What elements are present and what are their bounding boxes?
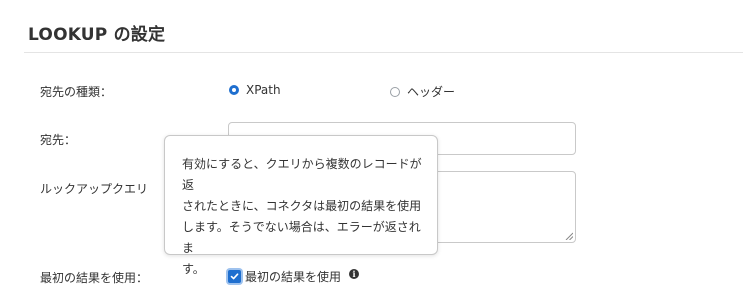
resize-grip-icon[interactable]	[565, 232, 573, 240]
tooltip-line: 有効にすると、クエリから複数のレコードが返	[182, 157, 422, 192]
radio-xpath-indicator	[229, 85, 239, 95]
section-divider	[24, 52, 743, 53]
use-first-result-label: 最初の結果を使用：	[40, 271, 149, 285]
destination-type-label: 宛先の種類：	[40, 85, 113, 99]
tooltip-line: します。そうでない場合は、エラーが返されま	[182, 220, 421, 255]
tooltip-line: す。	[182, 262, 205, 276]
radio-xpath-label: XPath	[246, 83, 281, 97]
radio-header-label: ヘッダー	[407, 85, 456, 99]
radio-header[interactable]: ヘッダー	[390, 83, 455, 100]
lookup-query-label: ルックアップクエリ	[40, 182, 149, 196]
tooltip: 有効にすると、クエリから複数のレコードが返 されたときに、コネクタは最初の結果を…	[164, 135, 438, 276]
section-title: LOOKUP の設定	[28, 25, 166, 45]
tooltip-line: されたときに、コネクタは最初の結果を使用	[182, 199, 422, 213]
radio-header-indicator	[390, 86, 400, 97]
destination-label: 宛先：	[40, 133, 77, 147]
radio-xpath[interactable]: XPath	[229, 83, 281, 97]
